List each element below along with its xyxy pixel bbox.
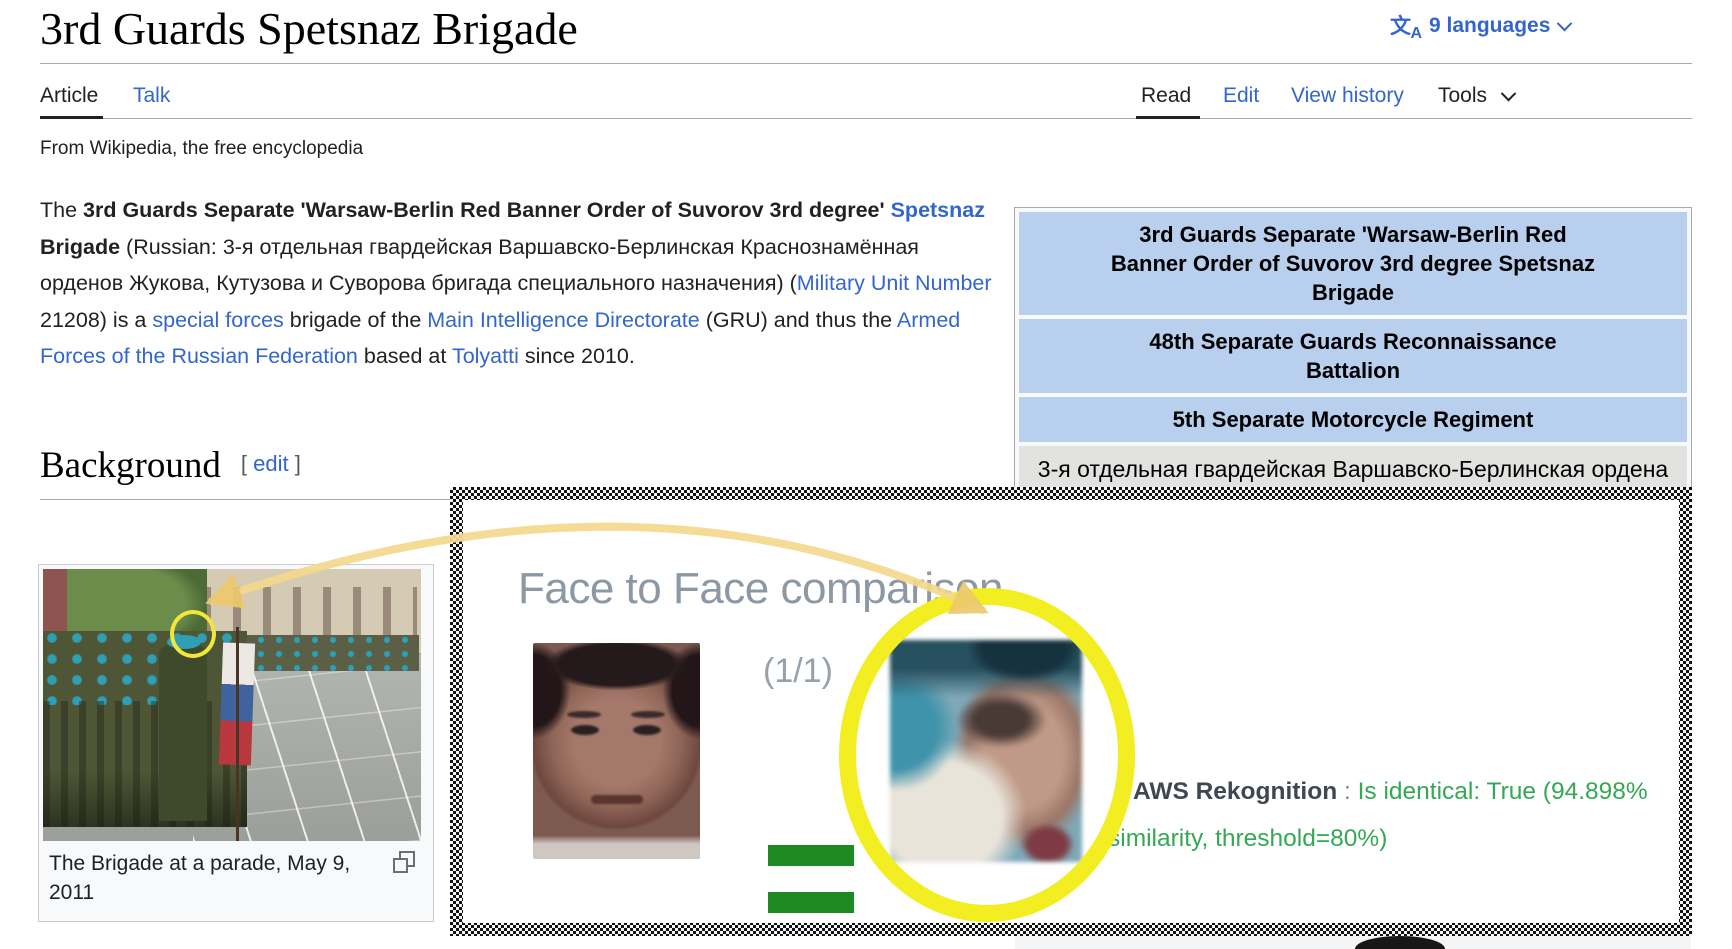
language-icon-cjk: 文 [1390, 10, 1411, 40]
inline-link[interactable]: Tolyatti [452, 344, 519, 368]
section-heading-text: Background [40, 445, 221, 486]
result-separator: : [1337, 778, 1357, 805]
site-subtitle: From Wikipedia, the free encyclopedia [40, 138, 363, 160]
photo-blue-berets [43, 631, 247, 705]
title-divider [40, 63, 1692, 64]
languages-button[interactable]: 文 A 9 languages [1390, 12, 1570, 40]
parade-photo[interactable] [43, 569, 421, 841]
inline-text: 21208) is a [40, 308, 152, 332]
language-icon-latin: A [1410, 25, 1422, 43]
reference-face-image [533, 643, 700, 859]
photo-flagpole [236, 627, 239, 841]
language-icon: 文 A [1390, 12, 1420, 40]
tab-read[interactable]: Read [1141, 84, 1191, 108]
section-heading-background: Background [ edit ] [40, 444, 301, 487]
tab-article-active-underline [40, 116, 103, 119]
tab-tools[interactable]: Tools [1438, 84, 1514, 108]
intro-paragraph: The 3rd Guards Separate 'Warsaw-Berlin R… [40, 192, 998, 375]
edit-bracket-close: ] [295, 451, 301, 476]
inline-link[interactable]: Military Unit Number [797, 271, 992, 295]
inline-text: (Russian: 3-я отдельная гвардейская Варш… [40, 235, 919, 296]
inline-text: based at [358, 344, 452, 368]
page-title: 3rd Guards Spetsnaz Brigade [40, 2, 578, 55]
infobox-header-battalion: 48th Separate Guards Reconnaissance Batt… [1019, 319, 1687, 393]
inline-text: since 2010. [519, 344, 635, 368]
languages-label: 9 languages [1429, 14, 1550, 38]
photo-troop-bodies [43, 701, 247, 827]
edit-link-label[interactable]: edit [253, 451, 288, 476]
inline-text: 3rd Guards Separate 'Warsaw-Berlin Red B… [83, 198, 891, 222]
inline-text: brigade of the [284, 308, 427, 332]
section-edit-link[interactable]: [ edit ] [241, 451, 301, 476]
tabs-divider [40, 118, 1692, 119]
inline-link[interactable]: Spetsnaz [891, 198, 985, 222]
tab-talk[interactable]: Talk [133, 84, 170, 108]
inline-link[interactable]: Main Intelligence Directorate [427, 308, 699, 332]
chevron-down-icon [1501, 86, 1517, 102]
equals-sign-bottom-bar [768, 892, 854, 913]
inline-link[interactable]: special forces [152, 308, 283, 332]
infobox-header-brigade: 3rd Guards Separate 'Warsaw-Berlin Red B… [1019, 212, 1687, 315]
equals-sign-top-bar [768, 845, 854, 866]
photo-flag-bearer [159, 645, 207, 821]
infobox-continuation-strip [1015, 935, 1691, 949]
engine-label: AWS Rekognition [1133, 778, 1337, 805]
expand-thumbnail-icon[interactable] [399, 851, 415, 867]
thumbnail-caption-text: The Brigade at a parade, May 9, 2011 [49, 852, 350, 904]
inline-text: The [40, 198, 83, 222]
face-feature [567, 711, 601, 718]
highlight-circle-large [839, 588, 1135, 922]
tab-view-history[interactable]: View history [1291, 84, 1404, 108]
article-thumbnail[interactable]: The Brigade at a parade, May 9, 2011 [38, 564, 434, 922]
tab-edit[interactable]: Edit [1223, 84, 1259, 108]
tools-label: Tools [1438, 84, 1487, 107]
inline-text: (GRU) and thus the [700, 308, 897, 332]
chevron-down-icon [1557, 15, 1573, 31]
face-feature [591, 795, 643, 804]
inline-text: Brigade [40, 235, 120, 259]
face-feature [631, 711, 665, 718]
edit-bracket-open: [ [241, 451, 247, 476]
tab-article[interactable]: Article [40, 84, 98, 108]
infobox-header-regiment: 5th Separate Motorcycle Regiment [1019, 397, 1687, 442]
face-feature [571, 725, 599, 735]
highlight-circle-small [170, 610, 216, 658]
face-comparison-panel: Face to Face comparison (1/1) AWS Rekogn… [463, 500, 1679, 923]
photo-troop-formation [43, 631, 247, 827]
thumbnail-caption: The Brigade at a parade, May 9, 2011 [43, 841, 429, 917]
tab-read-active-underline [1136, 116, 1200, 119]
face-feature [633, 725, 661, 735]
wikipedia-page: 3rd Guards Spetsnaz Brigade 文 A 9 langua… [0, 0, 1732, 949]
comparison-counter: (1/1) [763, 652, 833, 691]
infobox: 3rd Guards Separate 'Warsaw-Berlin Red B… [1014, 207, 1692, 533]
recognition-result: AWS Rekognition : Is identical: True (94… [1108, 768, 1679, 862]
face-comparison-overlay: Face to Face comparison (1/1) AWS Rekogn… [450, 487, 1692, 936]
